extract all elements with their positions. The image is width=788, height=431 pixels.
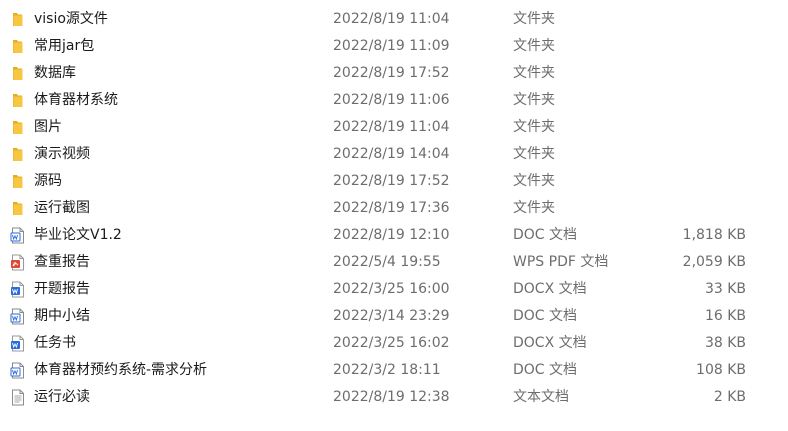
file-name[interactable]: 运行截图 bbox=[34, 195, 90, 222]
file-modified-date: 2022/3/25 16:02 bbox=[333, 335, 450, 351]
file-name[interactable]: visio源文件 bbox=[34, 6, 108, 33]
file-type: DOC 文档 bbox=[513, 362, 578, 378]
file-name[interactable]: 源码 bbox=[34, 168, 62, 195]
folder-icon bbox=[10, 146, 26, 163]
doc-file-icon bbox=[10, 308, 26, 325]
file-row[interactable]: visio源文件 2022/8/19 11:04 文件夹 bbox=[0, 6, 788, 33]
file-modified-date: 2022/3/2 18:11 bbox=[333, 362, 441, 378]
file-row[interactable]: 运行截图 2022/8/19 17:36 文件夹 bbox=[0, 195, 788, 222]
folder-icon bbox=[10, 119, 26, 136]
file-type: WPS PDF 文档 bbox=[513, 254, 609, 270]
file-modified-date: 2022/8/19 14:04 bbox=[333, 146, 450, 162]
file-row[interactable]: 查重报告 2022/5/4 19:55 WPS PDF 文档 2,059 KB bbox=[0, 249, 788, 276]
file-size: 33 KB bbox=[704, 281, 746, 297]
doc-file-icon bbox=[10, 362, 26, 379]
file-row[interactable]: 数据库 2022/8/19 17:52 文件夹 bbox=[0, 60, 788, 87]
file-type: DOCX 文档 bbox=[513, 281, 587, 297]
file-row[interactable]: 开题报告 2022/3/25 16:00 DOCX 文档 33 KB bbox=[0, 276, 788, 303]
file-row[interactable]: 体育器材系统 2022/8/19 11:06 文件夹 bbox=[0, 87, 788, 114]
pdf-file-icon bbox=[10, 254, 26, 271]
file-type: DOCX 文档 bbox=[513, 335, 587, 351]
file-type: 文件夹 bbox=[513, 65, 555, 81]
file-modified-date: 2022/3/14 23:29 bbox=[333, 308, 450, 324]
file-row[interactable]: 运行必读 2022/8/19 12:38 文本文档 2 KB bbox=[0, 384, 788, 411]
file-size: 16 KB bbox=[704, 308, 746, 324]
doc-file-icon bbox=[10, 227, 26, 244]
file-row[interactable]: 体育器材预约系统-需求分析 2022/3/2 18:11 DOC 文档 108 KB bbox=[0, 357, 788, 384]
file-name[interactable]: 演示视频 bbox=[34, 141, 90, 168]
file-modified-date: 2022/8/19 11:09 bbox=[333, 38, 450, 54]
file-name[interactable]: 数据库 bbox=[34, 60, 76, 87]
file-modified-date: 2022/8/19 11:04 bbox=[333, 119, 450, 135]
file-modified-date: 2022/8/19 11:06 bbox=[333, 92, 450, 108]
file-row[interactable]: 期中小结 2022/3/14 23:29 DOC 文档 16 KB bbox=[0, 303, 788, 330]
file-type: 文本文档 bbox=[513, 389, 569, 405]
folder-icon bbox=[10, 38, 26, 55]
file-type: DOC 文档 bbox=[513, 227, 578, 243]
file-type: 文件夹 bbox=[513, 11, 555, 27]
file-type: 文件夹 bbox=[513, 200, 555, 216]
text-file-icon bbox=[10, 389, 26, 406]
file-modified-date: 2022/8/19 17:52 bbox=[333, 65, 450, 81]
file-list: visio源文件 2022/8/19 11:04 文件夹 常用jar包 2022/8/1… bbox=[0, 0, 788, 411]
file-type: 文件夹 bbox=[513, 173, 555, 189]
file-type: 文件夹 bbox=[513, 38, 555, 54]
file-name[interactable]: 体育器材预约系统-需求分析 bbox=[34, 357, 207, 384]
file-name[interactable]: 体育器材系统 bbox=[34, 87, 118, 114]
file-modified-date: 2022/5/4 19:55 bbox=[333, 254, 441, 270]
file-size: 108 KB bbox=[696, 362, 746, 378]
file-type: 文件夹 bbox=[513, 92, 555, 108]
file-name[interactable]: 图片 bbox=[34, 114, 62, 141]
file-modified-date: 2022/8/19 17:36 bbox=[333, 200, 450, 216]
file-size: 38 KB bbox=[704, 335, 746, 351]
file-modified-date: 2022/8/19 17:52 bbox=[333, 173, 450, 189]
file-name[interactable]: 运行必读 bbox=[34, 384, 90, 411]
file-size: 1,818 KB bbox=[682, 227, 746, 243]
docx-file-icon bbox=[10, 281, 26, 298]
file-type: 文件夹 bbox=[513, 146, 555, 162]
folder-icon bbox=[10, 200, 26, 217]
file-type: 文件夹 bbox=[513, 119, 555, 135]
file-modified-date: 2022/8/19 11:04 bbox=[333, 11, 450, 27]
folder-icon bbox=[10, 11, 26, 28]
folder-icon bbox=[10, 65, 26, 82]
file-name[interactable]: 毕业论文V1.2 bbox=[34, 222, 122, 249]
file-name[interactable]: 查重报告 bbox=[34, 249, 90, 276]
file-modified-date: 2022/3/25 16:00 bbox=[333, 281, 450, 297]
file-modified-date: 2022/8/19 12:10 bbox=[333, 227, 450, 243]
file-name[interactable]: 期中小结 bbox=[34, 303, 90, 330]
file-row[interactable]: 图片 2022/8/19 11:04 文件夹 bbox=[0, 114, 788, 141]
file-size: 2,059 KB bbox=[682, 254, 746, 270]
file-row[interactable]: 任务书 2022/3/25 16:02 DOCX 文档 38 KB bbox=[0, 330, 788, 357]
docx-file-icon bbox=[10, 335, 26, 352]
folder-icon bbox=[10, 92, 26, 109]
file-name[interactable]: 任务书 bbox=[34, 330, 76, 357]
file-modified-date: 2022/8/19 12:38 bbox=[333, 389, 450, 405]
file-row[interactable]: 常用jar包 2022/8/19 11:09 文件夹 bbox=[0, 33, 788, 60]
file-size: 2 KB bbox=[713, 389, 746, 405]
file-name[interactable]: 常用jar包 bbox=[34, 33, 94, 60]
folder-icon bbox=[10, 173, 26, 190]
file-row[interactable]: 毕业论文V1.2 2022/8/19 12:10 DOC 文档 1,818 KB bbox=[0, 222, 788, 249]
file-row[interactable]: 演示视频 2022/8/19 14:04 文件夹 bbox=[0, 141, 788, 168]
file-name[interactable]: 开题报告 bbox=[34, 276, 90, 303]
file-row[interactable]: 源码 2022/8/19 17:52 文件夹 bbox=[0, 168, 788, 195]
file-type: DOC 文档 bbox=[513, 308, 578, 324]
